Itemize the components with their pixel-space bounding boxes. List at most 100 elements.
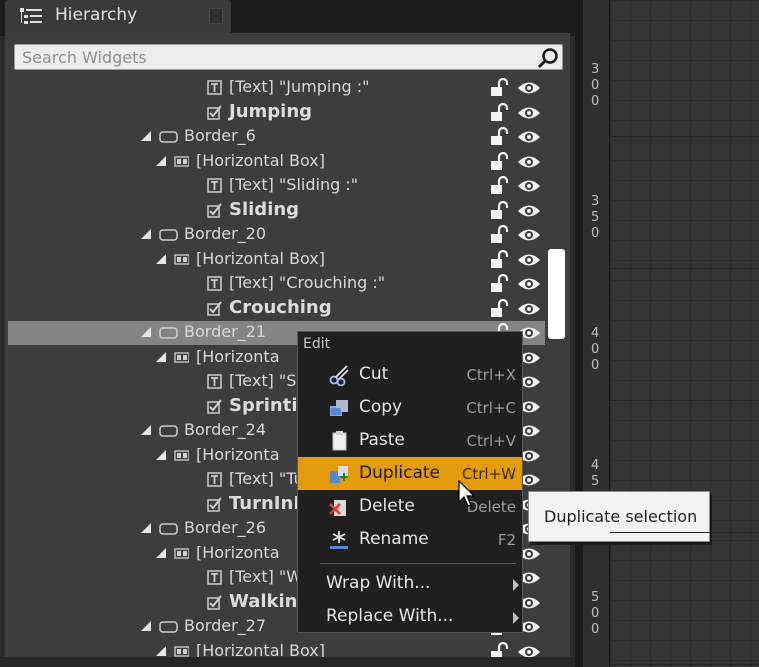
tree-row[interactable]: [Text] "Sliding :" [8,174,545,198]
menu-item-duplicate[interactable]: Duplicate Ctrl+W [298,457,522,490]
context-menu-header: Edit [303,336,331,352]
tree-row[interactable]: [Horizontal Box] [8,150,545,174]
expand-arrow-icon[interactable] [156,547,166,558]
text-widget-icon [207,374,222,389]
visibility-eye-icon[interactable] [517,80,541,96]
vertical-ruler: 3 0 03 5 04 0 04 5 05 0 0 [583,0,610,667]
visibility-eye-icon[interactable] [517,276,541,292]
tree-row-label: Sliding [229,198,300,220]
search-input[interactable] [15,45,525,69]
unlock-icon[interactable] [489,102,509,123]
tree-row[interactable]: Sliding [8,199,545,223]
unlock-icon[interactable] [489,225,509,245]
panel-divider[interactable] [575,0,583,667]
menu-item-copy[interactable]: Copy Ctrl+C [298,391,522,424]
tree-row[interactable]: Border_20 [8,223,545,247]
expand-arrow-icon[interactable] [156,253,166,264]
search-icon[interactable] [537,47,559,69]
menu-item-wrap-with[interactable]: Wrap With... [298,567,522,600]
rename-icon [330,531,348,549]
visibility-eye-icon[interactable] [517,203,541,219]
text-widget-icon [207,570,222,585]
menu-item-label: Duplicate [359,463,440,483]
menu-item-label: Wrap With... [326,573,431,593]
tree-row-label: [Text] "Sp [229,371,307,390]
tree-row-label: [Horizonta [196,346,280,366]
scrollbar-track[interactable] [550,80,566,660]
expand-arrow-icon[interactable] [141,425,151,435]
grid-major-line [610,136,759,137]
checkbox-widget-icon [207,104,222,120]
search-box[interactable] [14,44,563,70]
tree-row-label: [Horizontal Box] [196,150,326,170]
tree-row[interactable]: Border_6 [8,125,545,149]
tooltip-text: Duplicate selection [544,507,698,526]
tree-row-label: Border_27 [184,616,266,635]
visibility-eye-icon[interactable] [517,105,541,121]
tree-row[interactable]: Crouching [8,297,545,321]
tree-row[interactable]: [Text] "Jumping :" [8,76,545,100]
unlock-icon[interactable] [489,78,509,98]
checkbox-widget-icon [207,300,222,316]
tree-row[interactable]: Jumping [8,101,545,125]
tree-row[interactable]: [Text] "Crouching :" [8,272,545,296]
menu-item-replace-with[interactable]: Replace With... [298,600,522,633]
border-widget-icon [159,229,178,241]
expand-arrow-icon[interactable] [141,229,151,239]
tree-row-label: Border_24 [184,420,266,439]
border-widget-icon [159,621,178,633]
menu-item-label: Cut [359,364,389,384]
expand-arrow-icon[interactable] [141,523,151,533]
menu-item-delete[interactable]: Delete Delete [298,490,522,523]
menu-item-paste[interactable]: Paste Ctrl+V [298,424,522,457]
border-widget-icon [159,327,178,339]
tab-close-icon[interactable] [209,8,223,24]
tree-row-label: Border_6 [184,126,256,145]
unlock-icon[interactable] [489,127,509,147]
unlock-icon[interactable] [489,176,509,196]
expand-arrow-icon[interactable] [156,351,166,362]
tree-row-label: Border_20 [184,224,266,243]
tree-row[interactable]: [Horizontal Box] [8,248,545,272]
hierarchy-icon [20,8,42,24]
duplicate-icon [330,466,348,483]
panel-title: Hierarchy [55,5,138,25]
grid-major-line [610,268,759,269]
menu-item-shortcut: Ctrl+V [466,432,516,450]
designer-canvas-grid[interactable] [610,0,759,667]
expand-arrow-icon[interactable] [141,327,151,337]
submenu-arrow-icon [513,579,519,591]
scrollbar-thumb[interactable] [548,249,565,339]
unlock-icon[interactable] [489,151,509,172]
unlock-icon[interactable] [489,298,509,319]
tree-row-label: TurnInP [229,492,307,514]
visibility-eye-icon[interactable] [517,178,541,194]
expand-arrow-icon[interactable] [156,155,166,166]
menu-item-cut[interactable]: Cut Ctrl+X [298,358,522,391]
tree-row-label: [Text] "W [229,567,303,586]
menu-item-rename[interactable]: Rename F2 [298,523,522,556]
tab-hierarchy[interactable]: Hierarchy [5,0,231,33]
visibility-eye-icon[interactable] [517,252,541,268]
ruler-label: 3 0 0 [591,62,600,109]
unlock-icon[interactable] [489,249,509,270]
submenu-arrow-icon [513,612,519,624]
checkbox-widget-icon [207,398,222,414]
ruler-label: 4 0 0 [591,326,600,373]
expand-arrow-icon[interactable] [156,449,166,460]
expand-arrow-icon[interactable] [141,131,151,141]
expand-arrow-icon[interactable] [156,645,166,656]
visibility-eye-icon[interactable] [517,129,541,145]
unlock-icon[interactable] [489,274,509,294]
border-widget-icon [159,425,178,437]
context-menu: Edit Cut Ctrl+X Copy Ctrl+C Paste Ctrl+V Dupli… [297,331,523,633]
expand-arrow-icon[interactable] [141,621,151,631]
menu-item-label: Replace With... [326,606,454,626]
visibility-eye-icon[interactable] [517,154,541,170]
tree-row-label: Jumping [229,100,313,122]
visibility-eye-icon[interactable] [517,227,541,243]
unlock-icon[interactable] [489,200,509,221]
menu-item-label: Paste [359,430,405,450]
visibility-eye-icon[interactable] [517,301,541,317]
menu-item-label: Copy [359,397,403,417]
